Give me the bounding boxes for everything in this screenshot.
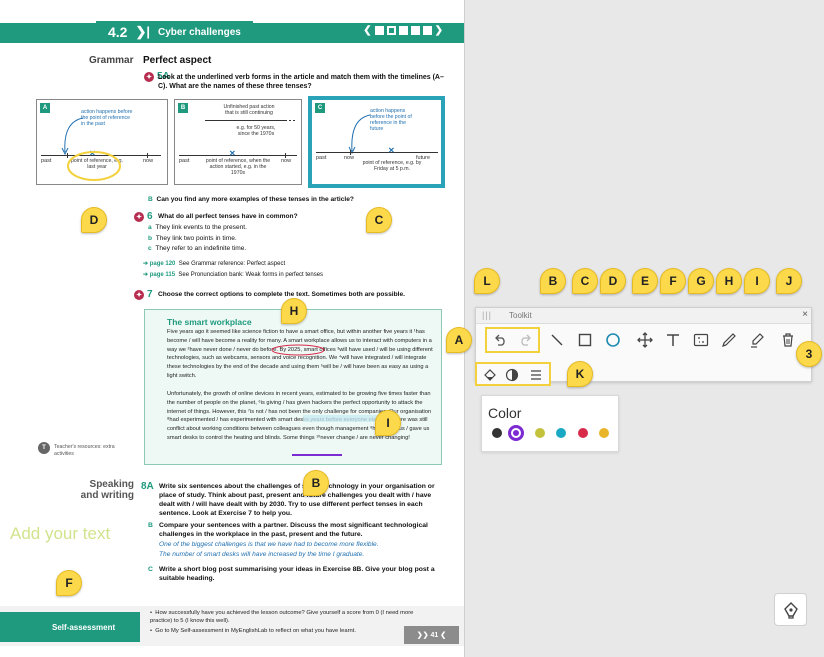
marker-h: H (281, 298, 307, 324)
undo-icon[interactable] (489, 329, 511, 351)
exercise-6-number: ✦ 6 (134, 211, 153, 222)
pen-toggle-button[interactable] (774, 593, 807, 626)
marker-b-tool: B (540, 268, 566, 294)
page-header: 4.2 ❯| Cyber challenges ❮ ❯ (0, 3, 464, 43)
teacher-icon: T (38, 442, 50, 454)
next-arrow-icon[interactable]: ❯ (435, 25, 443, 36)
speaking-writing-heading: Speaking and writing (80, 479, 134, 501)
timeline-c: C action happens before the point of ref… (308, 96, 445, 188)
marker-f-tool: F (660, 268, 686, 294)
rectangle-icon[interactable] (574, 329, 596, 351)
exercise-8b-text: Compare your sentences with a partner. D… (159, 522, 428, 538)
eraser-icon[interactable] (690, 329, 712, 351)
pen-toggle-icon (783, 601, 798, 619)
opacity-icon[interactable] (501, 364, 523, 386)
color-swatch-olive[interactable] (535, 428, 545, 438)
marker-f: F (56, 570, 82, 596)
exercise-5a-text: Look at the underlined verb forms in the… (158, 74, 444, 90)
prev-arrow-icon[interactable]: ❮ (363, 25, 371, 36)
chevron-icon: ❯| (135, 24, 150, 39)
marker-3: 3 (796, 341, 822, 367)
example-sentence-2: The number of smart desks will have incr… (159, 551, 365, 558)
highlighter-icon[interactable] (746, 329, 768, 351)
marker-i-tool: I (744, 268, 770, 294)
unit-number: 4.2 (108, 24, 128, 40)
text-icon[interactable] (662, 329, 684, 351)
article-box: The smart workplace Five years ago it se… (144, 309, 442, 465)
marker-c: C (366, 207, 392, 233)
color-panel-title: Color (488, 405, 522, 421)
color-swatch-cyan[interactable] (556, 428, 566, 438)
fill-icon[interactable] (479, 364, 501, 386)
star-icon: ✦ (144, 71, 154, 82)
marker-h-tool: H (716, 268, 742, 294)
redo-icon[interactable] (515, 329, 537, 351)
trash-icon[interactable] (777, 329, 799, 351)
star-icon: ✦ (134, 289, 144, 300)
drag-handle-icon[interactable]: ||| (482, 310, 492, 320)
marker-a: A (446, 327, 472, 353)
exercise-7-text: Choose the correct options to complete t… (158, 291, 405, 298)
lesson-pager: ❮ ❯ (363, 25, 443, 36)
timeline-b: B Unfinished past action that is still c… (174, 99, 302, 185)
exercise-6-options: a They link events to the present. b The… (148, 224, 247, 252)
style-options-group (475, 362, 551, 386)
line-icon[interactable] (546, 329, 568, 351)
marker-e: E (632, 268, 658, 294)
toolkit-title: Toolkit (509, 311, 532, 320)
page-title: Cyber challenges (158, 26, 241, 38)
grammar-topic: Perfect aspect (143, 55, 212, 66)
textbook-page: 4.2 ❯| Cyber challenges ❮ ❯ Grammar Perf… (0, 0, 465, 657)
marker-d-tool: D (600, 268, 626, 294)
exercise-5b: B Can you find any more examples of thes… (148, 196, 354, 203)
color-swatch-yellow[interactable] (599, 428, 609, 438)
arrow-right-icon: ➔ (143, 272, 149, 278)
color-swatch-red[interactable] (578, 428, 588, 438)
marker-k: K (567, 361, 593, 387)
color-swatch-dark[interactable] (492, 428, 502, 438)
exercise-6-text: What do all perfect tenses have in commo… (158, 213, 298, 220)
curved-arrow-icon (348, 114, 371, 155)
circle-annotation (271, 344, 325, 356)
exercise-7-number: ✦ 7 (134, 289, 153, 300)
grammar-heading: Grammar (89, 55, 134, 66)
star-icon: ✦ (134, 211, 144, 222)
underline-annotation (292, 454, 342, 456)
circle-icon[interactable] (602, 329, 624, 351)
add-text-placeholder[interactable]: Add your text (10, 524, 110, 544)
marker-i: I (375, 410, 401, 436)
marker-c-tool: C (572, 268, 598, 294)
close-icon[interactable]: × (802, 309, 808, 320)
exercise-8a-text: Write six sentences about the challenges… (159, 483, 435, 517)
color-panel: Color (481, 395, 619, 452)
exercise-8a-number: 8A (141, 481, 154, 492)
marker-g: G (688, 268, 714, 294)
marker-d: D (81, 207, 107, 233)
pen-icon[interactable] (718, 329, 740, 351)
marker-j: J (776, 268, 802, 294)
exercise-8c-text: Write a short blog post summarising your… (159, 566, 435, 582)
example-sentence-1: One of the biggest challenges is that we… (159, 541, 379, 548)
article-title: The smart workplace (167, 317, 252, 327)
arrow-right-icon: ➔ (143, 261, 149, 267)
circle-annotation (67, 151, 121, 181)
undo-redo-group (485, 327, 540, 353)
highlight-annotation (303, 415, 379, 422)
marker-b: B (303, 470, 329, 496)
marker-l: L (474, 268, 500, 294)
toolkit-header[interactable]: ||| Toolkit × (476, 308, 811, 324)
stroke-width-icon[interactable] (525, 364, 547, 386)
move-icon[interactable] (634, 329, 656, 351)
color-swatch-purple[interactable] (508, 425, 524, 441)
page-number: ❯❯ 41 ❮ (404, 626, 459, 644)
self-assessment-label: Self-assessment (0, 612, 140, 642)
self-assessment-bar: Self-assessment • How successfully have … (0, 606, 464, 646)
pronunciation-bank-link[interactable]: ➔ page 115 See Pronunciation bank: Weak … (143, 271, 323, 278)
grammar-reference-link[interactable]: ➔ page 120 See Grammar reference: Perfec… (143, 260, 285, 267)
